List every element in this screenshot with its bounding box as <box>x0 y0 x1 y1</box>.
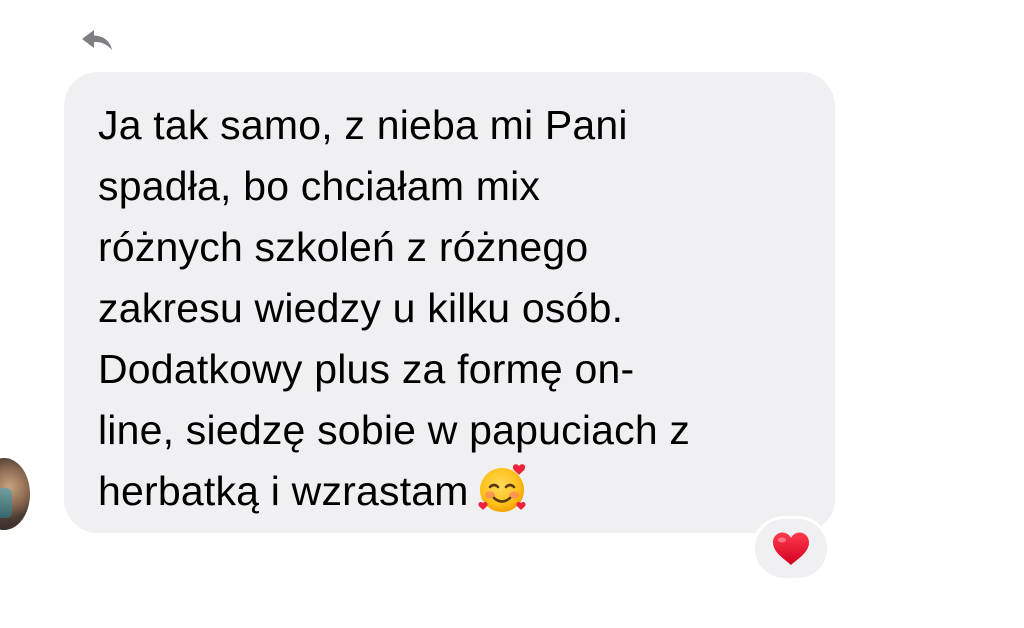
message-line: Dodatkowy plus za formę on- <box>98 346 635 392</box>
smiling-face-with-hearts-icon <box>478 464 526 512</box>
message-line-last: herbatką i wzrastam <box>98 461 818 522</box>
message-line: line, siedzę sobie w papuciach z <box>98 407 691 453</box>
reply-arrow-icon[interactable] <box>80 26 114 54</box>
message-line: Ja tak samo, z nieba mi Pani <box>98 102 628 148</box>
message-line: zakresu wiedzy u kilku osób. <box>98 285 624 331</box>
message-line-text: herbatką i wzrastam <box>98 468 469 514</box>
message-bubble[interactable]: Ja tak samo, z nieba mi Pani spadła, bo … <box>64 72 835 533</box>
red-heart-icon <box>773 532 809 565</box>
message-line: różnych szkoleń z różnego <box>98 224 589 270</box>
message-text: Ja tak samo, z nieba mi Pani spadła, bo … <box>98 95 818 522</box>
sender-avatar[interactable] <box>0 458 30 530</box>
message-line: spadła, bo chciałam mix <box>98 163 541 209</box>
heart-reaction-badge[interactable] <box>752 516 830 581</box>
